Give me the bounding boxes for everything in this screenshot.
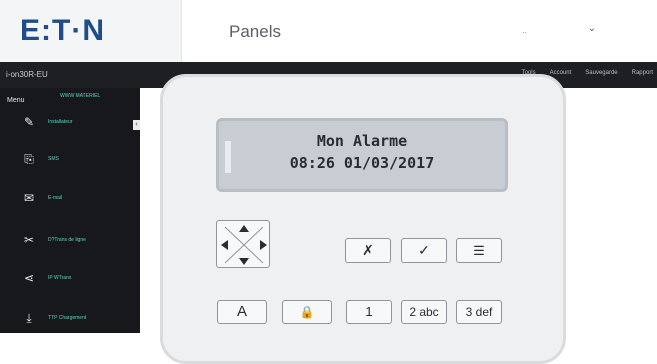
wrench-icon: ✎ bbox=[23, 115, 35, 129]
language-value: .. bbox=[522, 25, 528, 35]
cancel-button[interactable]: ✗ bbox=[345, 238, 391, 263]
lock-icon: 🔒 bbox=[299, 305, 315, 319]
sidebar-item-email[interactable]: ✉ E-mail bbox=[22, 190, 132, 206]
sidebar-item-label: SMS bbox=[48, 156, 59, 162]
email-icon: ✉ bbox=[23, 191, 35, 205]
sidebar-item-label: TTP Chargement bbox=[48, 315, 87, 321]
sidebar-item-line-transmission[interactable]: ✂ D?Trans de ligne bbox=[22, 232, 132, 248]
menu-sub-label[interactable]: WWW MATERIEL bbox=[60, 93, 120, 99]
key-a[interactable]: A bbox=[217, 300, 267, 324]
sidebar-item-label: D?Trans de ligne bbox=[48, 237, 86, 243]
menu-button[interactable]: ☰ bbox=[456, 238, 502, 263]
chevron-down-icon: ⌄ bbox=[587, 23, 596, 34]
share-icon: ⋖ bbox=[23, 271, 35, 285]
collapse-sidebar-button[interactable]: ‹ bbox=[133, 120, 140, 130]
sidebar-item-ip-transmission[interactable]: ⋖ IP WTrans bbox=[22, 270, 132, 286]
menu-label: Menu bbox=[7, 97, 25, 104]
sidebar-item-download[interactable]: ⤓ TTP Chargement bbox=[22, 310, 132, 326]
eaton-logo: E:T·N bbox=[20, 14, 105, 47]
ok-button[interactable]: ✓ bbox=[401, 238, 447, 263]
key-1[interactable]: 1 bbox=[346, 300, 392, 324]
nav-link-save[interactable]: Sauvegarde bbox=[585, 70, 617, 76]
device-name: i-on30R-EU bbox=[6, 70, 48, 79]
key-2[interactable]: 2 abc bbox=[401, 300, 447, 324]
sidebar-item-installer[interactable]: ✎ Installateur bbox=[22, 114, 132, 130]
lcd-line-1: Mon Alarme bbox=[316, 132, 408, 150]
page-title: Panels bbox=[229, 22, 281, 41]
lcd-line-2: 08:26 01/03/2017 bbox=[289, 154, 435, 172]
logo-area: E:T·N bbox=[0, 0, 182, 62]
tools-icon: ✂ bbox=[23, 233, 35, 247]
lcd-display: Mon Alarme 08:26 01/03/2017 bbox=[216, 118, 508, 192]
sidebar-item-label: E-mail bbox=[48, 195, 63, 201]
sidebar-item-sms[interactable]: ⎘ SMS bbox=[22, 151, 132, 167]
sidebar-item-label: IP WTrans bbox=[48, 275, 72, 281]
navigation-arrows-icon bbox=[221, 225, 267, 265]
lock-button[interactable]: 🔒 bbox=[282, 300, 332, 324]
sms-icon: ⎘ bbox=[24, 152, 34, 166]
sidebar-item-label: Installateur bbox=[48, 119, 73, 125]
language-select[interactable]: .. ⌄ bbox=[522, 23, 596, 41]
key-3[interactable]: 3 def bbox=[456, 300, 502, 324]
sidebar: Menu WWW MATERIEL ‹ ✎ Installateur ⎘ SMS… bbox=[0, 88, 140, 333]
navigation-pad[interactable] bbox=[216, 220, 270, 268]
nav-link-account[interactable]: Account bbox=[550, 70, 572, 76]
nav-link-report[interactable]: Rapport bbox=[632, 70, 653, 76]
header: E:T·N Panels .. ⌄ bbox=[0, 0, 657, 62]
download-icon: ⤓ bbox=[26, 311, 32, 325]
